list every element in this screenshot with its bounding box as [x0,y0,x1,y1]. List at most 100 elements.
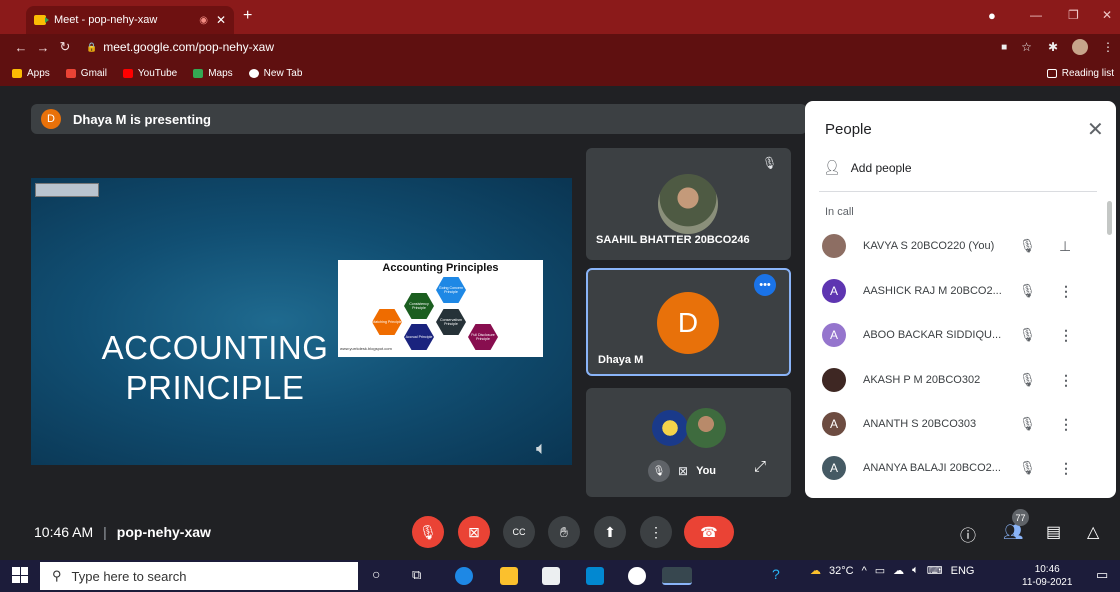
meeting-details-icon[interactable]: ⓘ [960,522,976,546]
battery-icon[interactable]: ▭ [875,564,885,577]
participant-name: KAVYA S 20BCO220 (You) [863,240,995,252]
accounting-principles-diagram: Accounting Principles Going Concern Prin… [338,260,543,357]
camera-toggle-button[interactable]: ⊠ [458,516,490,548]
windows-start-icon[interactable] [12,567,28,583]
pin-icon[interactable]: ⊥ [1059,238,1071,255]
bookmark-new-tab[interactable]: New Tab [248,68,302,79]
participant-avatar: A [822,323,846,347]
present-button[interactable]: ⬆ [594,516,626,548]
presentation-slide: ACCOUNTING PRINCIPLE Accounting Principl… [31,178,572,465]
url-field[interactable]: 🔒 meet.google.com/pop-nehy-xaw [86,40,274,54]
reload-icon[interactable]: ↻ [54,39,76,55]
taskbar-search[interactable]: ⚲ Type here to search [40,562,358,590]
mail-icon[interactable] [586,567,604,585]
reading-list-button[interactable]: Reading list [1046,68,1114,79]
self-tile[interactable]: 🎙︎ ⊠ You ⤢ [586,388,791,497]
participant-name: AASHICK RAJ M 20BCO2... [863,285,1002,297]
participant-row[interactable]: KAVYA S 20BCO220 (You) 🎙︎ ⊥ [805,228,1105,264]
globe-icon [248,68,259,78]
extensions-icon[interactable]: ✱ [1048,40,1058,54]
new-tab-button[interactable]: + [243,7,252,25]
panel-scrollbar[interactable] [1107,201,1112,235]
taskbar-clock[interactable]: 10:46 11-09-2021 [1022,563,1072,589]
recording-dot-icon: ◉ [199,14,208,26]
hexagon-consistency: Consistency Principle [404,293,434,319]
meeting-info: 10:46 AM | pop-nehy-xaw [34,524,211,540]
restore-icon[interactable]: ❐ [1068,8,1079,22]
store-icon[interactable] [542,567,560,585]
language-indicator[interactable]: ENG [951,565,975,577]
volume-icon[interactable]: 🔈︎ [912,564,919,577]
hexagon-matching: Matching Principle [372,309,402,335]
keyboard-icon[interactable]: ⌨ [927,564,943,577]
meeting-controls-bar: 10:46 AM | pop-nehy-xaw 🎙︎ ⊠ CC ✋︎ ⬆ ⋮ ☎… [0,500,1120,560]
maps-icon [193,68,204,78]
back-icon[interactable]: ← [10,40,32,55]
people-panel: People ✕ 👤︎ Add people In call KAVYA S 2… [805,101,1116,498]
chrome-menu-icon[interactable]: ⋮ [1102,40,1114,54]
notifications-icon[interactable]: ▭ [1096,567,1108,583]
chrome-icon[interactable] [662,567,692,585]
mic-off-icon: 🎙︎ [419,523,437,540]
more-options-icon[interactable]: ⋮ [1059,327,1073,344]
minimize-icon[interactable]: — [1030,8,1042,22]
bookmark-maps[interactable]: Maps [193,68,233,79]
add-people-button[interactable]: 👤︎ Add people [823,159,912,176]
task-view-icon[interactable]: ⧉ [412,567,421,583]
participant-row[interactable]: A ANANYA BALAJI 20BCO2... 🎙︎ ⋮ [805,450,1105,486]
tab-title: Meet - pop-nehy-xaw [54,14,158,26]
more-options-icon[interactable]: ⋮ [1059,416,1073,433]
gmail-icon [65,68,76,78]
edge-icon[interactable] [455,567,473,585]
more-options-icon[interactable]: ⋮ [1059,372,1073,389]
bookmarks-bar: Apps Gmail YouTube Maps New Tab Reading … [0,60,1120,86]
participant-avatar: D [657,292,719,354]
speaker-icon: 🔈︎ [536,438,547,458]
participant-row[interactable]: A AASHICK RAJ M 20BCO2... 🎙︎ ⋮ [805,273,1105,309]
hexagon-full-disclosure: Full Disclosure Principle [468,324,498,350]
captions-button[interactable]: CC [503,516,535,548]
muted-mic-icon: 🎙︎ [1019,416,1036,431]
network-icon[interactable]: ☁ [893,564,904,577]
help-icon[interactable]: ? [772,566,780,582]
hexagon-going-concern: Going Concern Principle [436,277,466,303]
participant-row[interactable]: A ANANTH S 20BCO303 🎙︎ ⋮ [805,406,1105,442]
chat-icon[interactable]: ▤ [1046,522,1061,542]
more-options-icon[interactable]: ⋮ [1059,283,1073,300]
camera-icon[interactable]: ■ [1001,42,1007,53]
bookmark-star-icon[interactable]: ☆ [1021,40,1032,54]
participant-row[interactable]: A ABOO BACKAR SIDDIQU... 🎙︎ ⋮ [805,317,1105,353]
app-icon[interactable] [628,567,646,585]
hexagon-conservatism: Conservatism Principle [436,309,466,335]
profile-avatar[interactable] [1072,39,1088,55]
browser-tab[interactable]: Meet - pop-nehy-xaw ◉ ✕ [26,6,234,34]
activities-icon[interactable]: △ [1087,522,1099,542]
participant-avatar: A [822,456,846,480]
hexagon-accrual: Accrual Principle [404,324,434,350]
bookmark-youtube[interactable]: YouTube [122,68,177,79]
bookmark-gmail[interactable]: Gmail [65,68,107,79]
participant-row[interactable]: AKASH P M 20BCO302 🎙︎ ⋮ [805,362,1105,398]
close-tab-icon[interactable]: ✕ [216,13,226,27]
expand-icon[interactable]: ⤢ [754,458,766,475]
tray-chevron-icon[interactable]: ^ [862,565,867,577]
close-panel-icon[interactable]: ✕ [1087,117,1104,142]
participant-tile-dhaya[interactable]: ••• D Dhaya M [586,268,791,376]
forward-icon[interactable]: → [32,40,54,55]
profile-dot-icon[interactable]: ● [988,8,996,23]
mic-toggle-button[interactable]: 🎙︎ [412,516,444,548]
diagram-title: Accounting Principles [382,262,499,274]
participant-tile-saahil[interactable]: 🎙︎ SAAHIL BHATTER 20BCO246 [586,148,791,260]
more-options-icon[interactable]: ••• [754,274,776,296]
cortana-icon[interactable]: ○ [372,566,380,582]
captions-icon: CC [512,527,526,537]
bookmark-apps[interactable]: Apps [12,68,50,79]
more-options-button[interactable]: ⋮ [640,516,672,548]
muted-mic-icon: 🎙︎ [1019,283,1036,298]
file-explorer-icon[interactable] [500,567,518,585]
raise-hand-button[interactable]: ✋︎ [548,516,580,548]
close-window-icon[interactable]: ✕ [1102,8,1112,22]
leave-call-button[interactable]: ☎︎ [684,516,734,548]
browser-tab-strip: Meet - pop-nehy-xaw ◉ ✕ + ● — ❐ ✕ [0,0,1120,34]
more-options-icon[interactable]: ⋮ [1059,460,1073,477]
